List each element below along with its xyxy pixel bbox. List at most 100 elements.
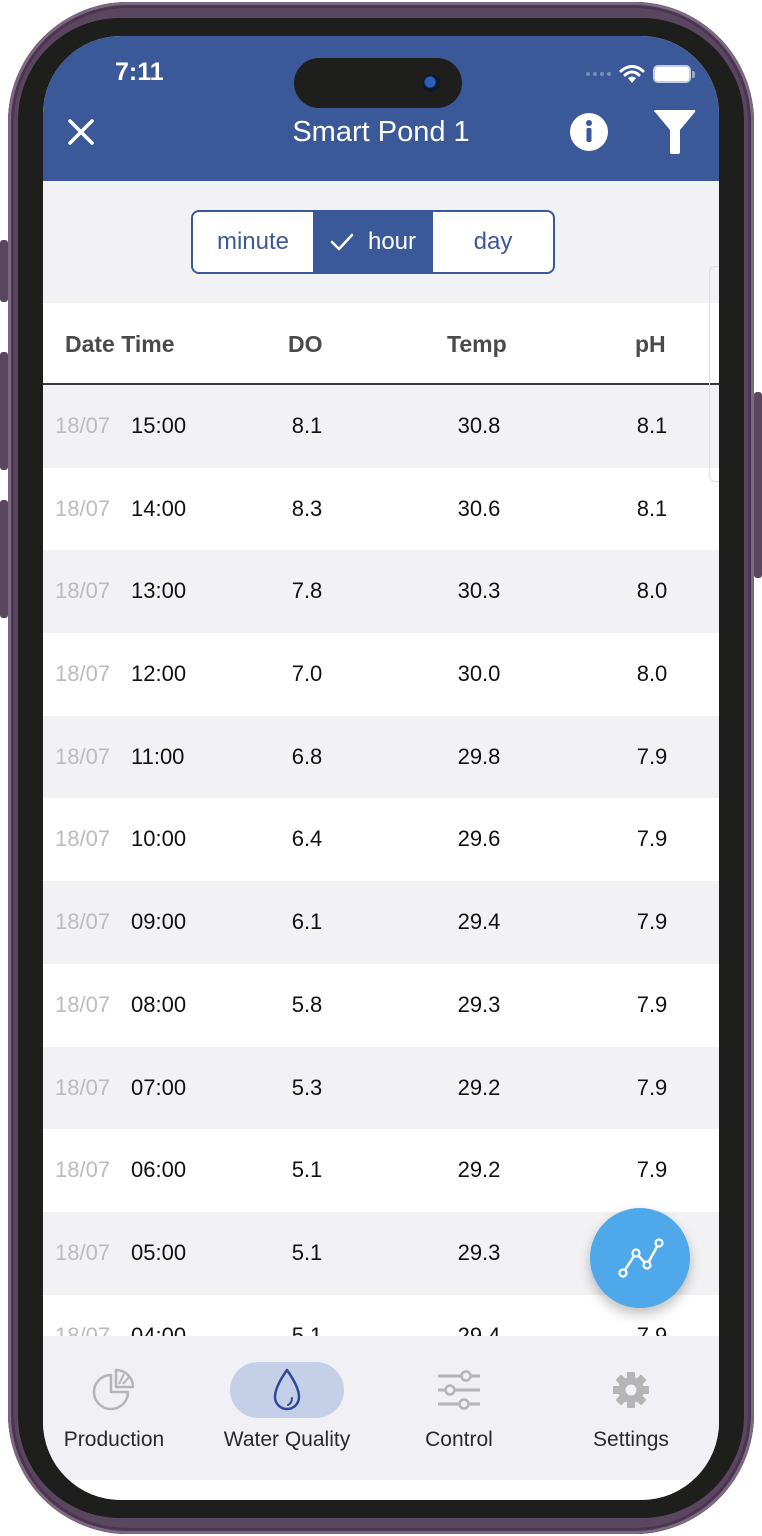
nav-icon-container bbox=[230, 1362, 344, 1418]
table-row[interactable]: 18/07 07:00 5.3 29.2 7.9 bbox=[43, 1046, 719, 1130]
interval-option-hour[interactable]: hour bbox=[313, 212, 433, 272]
column-header-ph[interactable]: pH bbox=[635, 303, 666, 385]
side-button-left-3 bbox=[0, 500, 8, 618]
row-ph-value: 8.0 bbox=[636, 578, 668, 604]
row-do-value: 6.4 bbox=[291, 826, 323, 852]
row-temp-value: 30.6 bbox=[457, 495, 501, 521]
row-time: 12:00 bbox=[131, 661, 187, 687]
nav-item-control[interactable]: Control bbox=[384, 1358, 534, 1458]
table-row[interactable]: 18/07 14:00 8.3 30.6 8.1 bbox=[43, 468, 719, 551]
table-row[interactable]: 18/07 12:00 7.0 30.0 8.0 bbox=[43, 633, 719, 716]
row-date: 18/07 bbox=[55, 1239, 111, 1265]
bottom-navigation: Production Water Quality Control Setting… bbox=[43, 1336, 719, 1480]
dynamic-island bbox=[294, 58, 462, 108]
row-ph-value: 8.1 bbox=[636, 413, 668, 438]
row-time: 10:00 bbox=[131, 826, 187, 852]
nav-item-production[interactable]: Production bbox=[43, 1358, 189, 1458]
row-do-value: 5.8 bbox=[291, 991, 323, 1017]
row-date: 18/07 bbox=[55, 1074, 111, 1100]
nav-item-settings[interactable]: Settings bbox=[556, 1358, 706, 1458]
row-do-value: 5.1 bbox=[291, 1239, 323, 1265]
row-do-value: 6.8 bbox=[291, 743, 323, 769]
interval-option-label: minute bbox=[216, 228, 290, 255]
row-temp-value: 30.8 bbox=[457, 413, 501, 438]
row-do-value: 8.1 bbox=[291, 413, 323, 438]
row-date: 18/07 bbox=[55, 743, 111, 769]
row-temp-value: 29.6 bbox=[457, 826, 501, 852]
battery-icon bbox=[653, 65, 695, 83]
side-button-left-1 bbox=[0, 240, 8, 302]
water-drop-icon bbox=[273, 1368, 301, 1411]
filter-button[interactable] bbox=[652, 108, 698, 156]
row-do-value: 8.3 bbox=[291, 495, 323, 521]
table-row[interactable]: 18/07 08:00 5.8 29.3 7.9 bbox=[43, 964, 719, 1047]
camera-icon bbox=[422, 74, 440, 92]
table-row[interactable]: 18/07 09:00 6.1 29.4 7.9 bbox=[43, 881, 719, 964]
scrollbar[interactable] bbox=[709, 266, 719, 482]
nav-icon-container bbox=[57, 1362, 171, 1418]
side-button-left-2 bbox=[0, 352, 8, 470]
column-header-do[interactable]: DO bbox=[288, 303, 323, 385]
row-temp-value: 29.2 bbox=[457, 1157, 501, 1183]
row-ph-value: 7.9 bbox=[636, 826, 668, 852]
line-chart-icon bbox=[618, 1238, 664, 1278]
row-ph-value: 8.1 bbox=[636, 495, 668, 521]
row-time: 13:00 bbox=[131, 578, 187, 604]
row-time: 06:00 bbox=[131, 1157, 187, 1183]
nav-icon-container bbox=[574, 1362, 688, 1418]
nav-label: Water Quality bbox=[223, 1428, 351, 1451]
interval-option-day[interactable]: day bbox=[433, 212, 553, 272]
row-ph-value: 7.9 bbox=[636, 1157, 668, 1183]
interval-option-minute[interactable]: minute bbox=[193, 212, 313, 272]
row-temp-value: 30.3 bbox=[457, 578, 501, 604]
table-row[interactable]: 18/07 15:00 8.1 30.8 8.1 bbox=[43, 385, 719, 468]
row-date: 18/07 bbox=[55, 826, 111, 852]
row-date: 18/07 bbox=[55, 909, 111, 935]
table-row[interactable]: 18/07 13:00 7.8 30.3 8.0 bbox=[43, 550, 719, 634]
nav-label: Production bbox=[63, 1428, 165, 1451]
nav-label: Control bbox=[425, 1428, 493, 1451]
row-temp-value: 29.3 bbox=[457, 1239, 501, 1265]
nav-item-water-quality[interactable]: Water Quality bbox=[212, 1358, 362, 1458]
nav-label: Settings bbox=[593, 1428, 669, 1451]
filter-icon bbox=[654, 110, 696, 154]
column-header-temp[interactable]: Temp bbox=[447, 303, 507, 385]
row-temp-value: 29.4 bbox=[457, 909, 501, 935]
column-header-datetime[interactable]: Date Time bbox=[65, 303, 175, 385]
page-title: Smart Pond 1 bbox=[292, 116, 470, 148]
nav-icon-container bbox=[402, 1362, 516, 1418]
row-temp-value: 29.3 bbox=[457, 991, 501, 1017]
row-ph-value: 7.9 bbox=[636, 1074, 668, 1100]
row-time: 09:00 bbox=[131, 909, 187, 935]
row-do-value: 7.0 bbox=[291, 661, 323, 687]
row-time: 05:00 bbox=[131, 1239, 187, 1265]
row-date: 18/07 bbox=[55, 1157, 111, 1183]
row-time: 15:00 bbox=[131, 413, 187, 438]
row-do-value: 7.8 bbox=[291, 578, 323, 604]
table-row[interactable]: 18/07 06:00 5.1 29.2 7.9 bbox=[43, 1129, 719, 1212]
row-temp-value: 30.0 bbox=[457, 661, 501, 687]
row-do-value: 5.1 bbox=[291, 1157, 323, 1183]
row-time: 07:00 bbox=[131, 1074, 187, 1100]
gear-icon bbox=[613, 1372, 649, 1408]
side-button-right bbox=[754, 392, 762, 578]
row-temp-value: 29.2 bbox=[457, 1074, 501, 1100]
info-icon bbox=[570, 113, 608, 151]
interval-selector-area: minute hour day bbox=[43, 181, 719, 303]
status-time: 7:11 bbox=[115, 58, 164, 86]
chart-view-button[interactable] bbox=[590, 1208, 690, 1308]
row-ph-value: 7.9 bbox=[636, 909, 668, 935]
row-date: 18/07 bbox=[55, 495, 111, 521]
row-do-value: 6.1 bbox=[291, 909, 323, 935]
table-row[interactable]: 18/07 11:00 6.8 29.8 7.9 bbox=[43, 715, 719, 799]
sliders-icon bbox=[438, 1370, 480, 1410]
info-button[interactable] bbox=[568, 111, 610, 153]
screen: 7:11 Smart Pond 1 minute hour day Date T… bbox=[43, 36, 719, 1500]
table-row[interactable]: 18/07 10:00 6.4 29.6 7.9 bbox=[43, 798, 719, 881]
table-header: Date Time DO Temp pH bbox=[43, 303, 719, 385]
interval-selector: minute hour day bbox=[191, 210, 555, 274]
row-date: 18/07 bbox=[55, 413, 111, 438]
row-date: 18/07 bbox=[55, 991, 111, 1017]
wifi-icon bbox=[619, 65, 645, 83]
row-time: 08:00 bbox=[131, 991, 187, 1017]
